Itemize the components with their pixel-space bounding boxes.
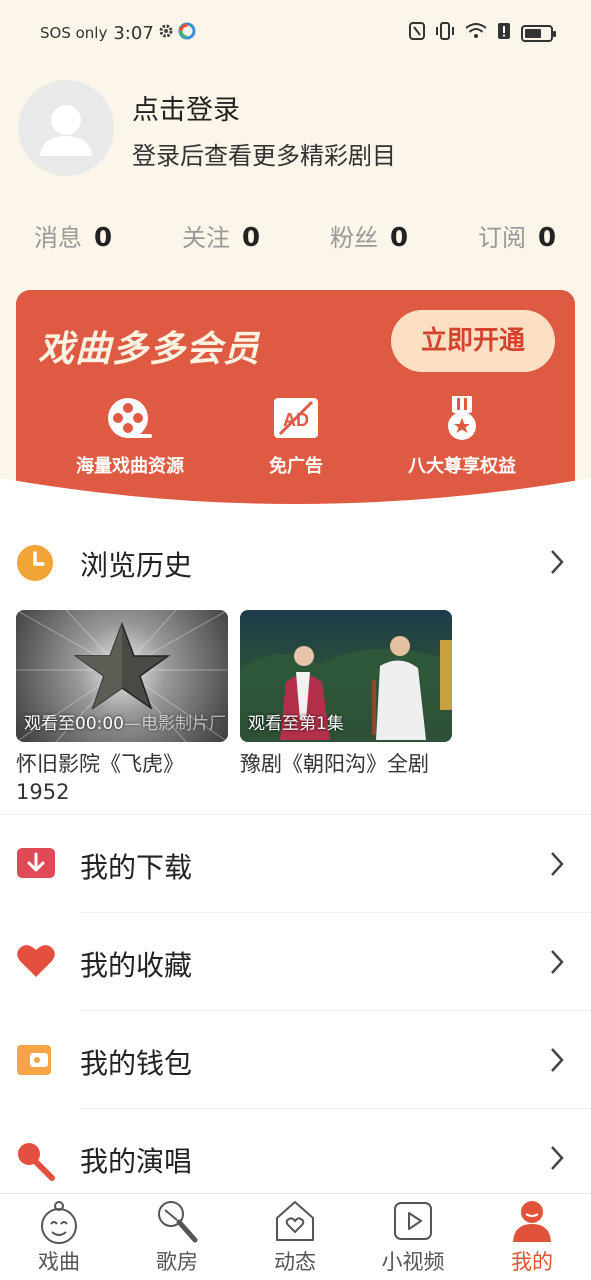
perk-privileges[interactable]: 八大尊享权益 bbox=[382, 394, 542, 478]
stat-label: 消息 bbox=[34, 224, 82, 252]
chevron-right-icon bbox=[549, 1046, 565, 1078]
clock: 3:07 bbox=[113, 22, 154, 44]
tab-label: 小视频 bbox=[381, 1250, 445, 1274]
chevron-right-icon bbox=[549, 850, 565, 882]
menu-label: 我的钱包 bbox=[80, 1047, 193, 1080]
history-progress: 观看至00:00—电影制片厂 bbox=[24, 714, 226, 734]
nfc-icon bbox=[409, 22, 425, 44]
opera-icon bbox=[9, 1198, 109, 1244]
download-icon bbox=[16, 847, 56, 883]
stat-value: 0 bbox=[94, 223, 113, 253]
stat-subscriptions[interactable]: 订阅 0 bbox=[478, 218, 556, 253]
stat-fans[interactable]: 粉丝 0 bbox=[330, 218, 408, 253]
vip-open-button[interactable]: 立即开通 bbox=[391, 310, 555, 372]
vibrate-icon bbox=[435, 22, 455, 44]
stat-following[interactable]: 关注 0 bbox=[182, 218, 260, 253]
tab-short-video[interactable]: 小视频 bbox=[363, 1198, 463, 1276]
tab-label: 我的 bbox=[511, 1250, 553, 1274]
app-notification-icon bbox=[178, 22, 196, 44]
perk-resources[interactable]: 海量戏曲资源 bbox=[50, 394, 210, 478]
gear-icon bbox=[158, 23, 174, 43]
login-subtitle: 登录后查看更多精彩剧目 bbox=[132, 142, 396, 170]
film-reel-icon bbox=[50, 394, 210, 442]
menu-label: 我的下载 bbox=[80, 851, 193, 884]
bottom-tab-bar: 戏曲 歌房 动态 小视频 我的 bbox=[0, 1193, 591, 1280]
stat-messages[interactable]: 消息 0 bbox=[34, 218, 112, 253]
battery-icon bbox=[521, 24, 556, 42]
history-item-title: 怀旧影院《飞虎》1952 bbox=[16, 752, 184, 804]
stat-label: 订阅 bbox=[478, 224, 526, 252]
tab-opera[interactable]: 戏曲 bbox=[9, 1198, 109, 1276]
history-title: 浏览历史 bbox=[80, 549, 193, 582]
stat-label: 关注 bbox=[182, 224, 230, 252]
chevron-right-icon bbox=[549, 1144, 565, 1176]
menu-row-favorites[interactable]: 我的收藏 bbox=[0, 913, 591, 1009]
history-thumbnail: 观看至第1集 bbox=[240, 610, 452, 742]
history-thumbnail: 观看至00:00—电影制片厂 bbox=[16, 610, 228, 742]
home-heart-icon bbox=[245, 1198, 345, 1244]
tab-feed[interactable]: 动态 bbox=[245, 1198, 345, 1276]
chevron-right-icon bbox=[549, 948, 565, 980]
medal-icon bbox=[382, 394, 542, 442]
stat-value: 0 bbox=[538, 223, 557, 253]
history-progress: 观看至第1集 bbox=[248, 714, 344, 734]
login-title[interactable]: 点击登录 bbox=[132, 88, 240, 127]
menu-label: 我的收藏 bbox=[80, 949, 193, 982]
person-icon bbox=[482, 1198, 582, 1244]
menu-row-downloads[interactable]: 我的下载 bbox=[0, 815, 591, 911]
menu-row-wallet[interactable]: 我的钱包 bbox=[0, 1011, 591, 1107]
carrier-text: SOS only bbox=[40, 24, 108, 42]
play-icon bbox=[363, 1198, 463, 1244]
tab-label: 戏曲 bbox=[38, 1250, 80, 1274]
stat-value: 0 bbox=[390, 223, 409, 253]
wifi-icon bbox=[465, 22, 487, 44]
menu-label: 我的演唱 bbox=[80, 1145, 193, 1178]
stat-value: 0 bbox=[242, 223, 261, 253]
avatar[interactable] bbox=[18, 80, 114, 176]
alert-icon bbox=[497, 22, 511, 44]
microphone-icon bbox=[16, 1141, 56, 1185]
heart-icon bbox=[16, 943, 56, 983]
stat-label: 粉丝 bbox=[330, 224, 378, 252]
perk-no-ads[interactable]: AD 免广告 bbox=[216, 394, 376, 478]
history-card[interactable]: 观看至00:00—电影制片厂 怀旧影院《飞虎》1952 bbox=[16, 610, 228, 806]
microphone-icon bbox=[127, 1198, 227, 1244]
tab-label: 动态 bbox=[274, 1250, 316, 1274]
wallet-icon bbox=[16, 1044, 52, 1080]
status-bar: SOS only 3:07 bbox=[0, 0, 591, 66]
clock-icon bbox=[16, 544, 54, 586]
menu-row-singing[interactable]: 我的演唱 bbox=[0, 1109, 591, 1205]
tab-label: 歌房 bbox=[156, 1250, 198, 1274]
stats-row: 消息 0 关注 0 粉丝 0 订阅 0 bbox=[0, 218, 591, 258]
tab-mine[interactable]: 我的 bbox=[482, 1198, 582, 1276]
vip-title: 戏曲多多会员 bbox=[38, 329, 261, 370]
history-card[interactable]: 观看至第1集 豫剧《朝阳沟》全剧 bbox=[240, 610, 452, 778]
no-ad-icon: AD bbox=[216, 394, 376, 442]
history-row[interactable]: 浏览历史 bbox=[0, 514, 591, 610]
chevron-right-icon bbox=[549, 548, 565, 580]
history-item-title: 豫剧《朝阳沟》全剧 bbox=[240, 752, 429, 776]
tab-ktv[interactable]: 歌房 bbox=[127, 1198, 227, 1276]
